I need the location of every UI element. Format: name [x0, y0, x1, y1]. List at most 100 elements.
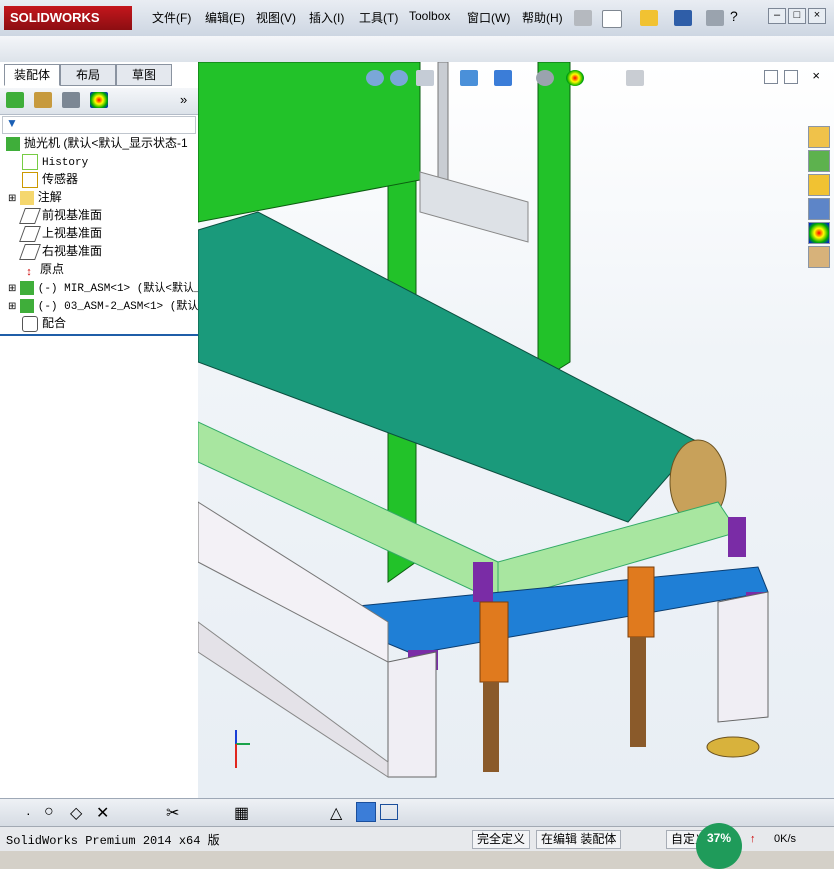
hide-show-icon[interactable]	[536, 70, 554, 86]
bottom-toolbar: · ○ ◇ ✕ ✂ ▦ △	[0, 798, 834, 827]
assembly-root-icon	[6, 136, 20, 151]
menu-file[interactable]: 文件(F)	[152, 9, 191, 26]
previous-view-icon[interactable]	[416, 70, 434, 86]
polygon-icon[interactable]: ◇	[70, 803, 82, 823]
viewport-minimize-button[interactable]	[764, 70, 778, 84]
expand-plus-icon[interactable]: ⊞	[8, 193, 16, 204]
circle-icon[interactable]: ○	[44, 803, 54, 821]
expand-plus-icon[interactable]: ⊞	[8, 283, 16, 294]
plane-icon	[19, 207, 41, 224]
display-manager-icon[interactable]	[90, 92, 108, 108]
tab-layout[interactable]: 布局	[60, 64, 116, 86]
progress-badge: 37%	[696, 823, 742, 869]
new-document-icon[interactable]	[602, 10, 622, 28]
graphics-viewport[interactable]: ×	[198, 62, 834, 798]
leveling-pad	[706, 736, 760, 758]
annotation-icon	[19, 190, 34, 205]
menu-toolbox[interactable]: Toolbox	[409, 9, 450, 23]
menu-edit[interactable]: 编辑(E)	[205, 9, 245, 26]
tree-item-03-asm[interactable]: ⊞ (-) 03_ASM-2_ASM<1> (默认<	[8, 296, 205, 314]
tree-item-mir-asm[interactable]: ⊞ (-) MIR_ASM<1> (默认<默认_	[8, 278, 201, 296]
section-view-icon[interactable]	[380, 804, 398, 820]
view-palette-icon[interactable]	[808, 198, 830, 220]
tree-item-label: 上视基准面	[42, 226, 103, 240]
menu-help[interactable]: 帮助(H)	[522, 9, 563, 26]
help-icon[interactable]: ?	[730, 8, 738, 24]
appearances-icon[interactable]	[808, 222, 830, 244]
purple-bracket	[473, 562, 493, 602]
tree-item-origin[interactable]: ↕ 原点	[22, 260, 64, 278]
grid-icon[interactable]: ▦	[234, 803, 249, 823]
cross-icon[interactable]: ✕	[96, 803, 109, 823]
tree-item-right-plane[interactable]: 右视基准面	[19, 242, 103, 260]
appearance-icon[interactable]	[566, 70, 584, 86]
print-icon[interactable]	[706, 10, 724, 26]
home-icon[interactable]	[808, 126, 830, 148]
axis-triad	[235, 730, 250, 768]
file-explorer-icon[interactable]	[808, 174, 830, 196]
menu-tools[interactable]: 工具(T)	[359, 9, 398, 26]
tree-item-label: (-) MIR_ASM<1> (默认<默认_	[37, 283, 201, 295]
adjust-foot-right	[627, 566, 655, 638]
sensor-icon	[22, 171, 38, 188]
tree-item-front-plane[interactable]: 前视基准面	[19, 206, 102, 224]
close-button[interactable]: ×	[808, 8, 826, 24]
title-bar: SOLIDWORKS 文件(F) 编辑(E) 视图(V) 插入(I) 工具(T)…	[0, 0, 834, 37]
fully-defined-status: 完全定义	[472, 830, 531, 849]
tab-assembly[interactable]: 装配体	[4, 64, 60, 86]
custom-properties-icon[interactable]	[808, 246, 830, 268]
triangle-icon[interactable]: △	[330, 803, 342, 823]
viewport-restore-button[interactable]	[784, 70, 798, 84]
leg-left	[387, 651, 437, 778]
feature-tree-icon[interactable]	[6, 92, 24, 108]
solidworks-logo[interactable]: SOLIDWORKS	[4, 6, 132, 30]
minimize-button[interactable]: –	[768, 8, 786, 24]
tree-item-history[interactable]: History	[22, 152, 88, 170]
plane-icon	[19, 243, 41, 260]
apply-scene-icon[interactable]	[626, 70, 644, 86]
pin-icon[interactable]	[574, 10, 592, 26]
tree-root[interactable]: 抛光机 (默认<默认_显示状态-1	[6, 134, 188, 152]
tree-item-label: 配合	[42, 316, 67, 330]
expand-chevron-icon[interactable]: »	[180, 92, 187, 107]
display-style-icon[interactable]	[494, 70, 512, 86]
menu-insert[interactable]: 插入(I)	[309, 9, 344, 26]
tree-item-label: 注解	[37, 190, 62, 204]
tree-item-sensors[interactable]: 传感器	[22, 170, 78, 188]
origin-icon: ↕	[26, 265, 32, 278]
network-speed: 0K/s	[774, 833, 797, 845]
tree-item-top-plane[interactable]: 上视基准面	[19, 224, 103, 242]
trim-icon[interactable]: ✂	[166, 803, 179, 823]
feature-manager-panel: 装配体 布局 草图 » ▼ 抛光机 (默认<默认_显示状态-1 History …	[0, 62, 205, 798]
expand-plus-icon[interactable]: ⊞	[8, 301, 16, 312]
point-icon[interactable]: ·	[26, 805, 31, 821]
threaded-rod-left	[483, 682, 499, 772]
green-column-right	[537, 62, 571, 383]
view-orientation-icon[interactable]	[460, 70, 478, 86]
tab-sketch[interactable]: 草图	[116, 64, 172, 86]
tree-item-mates[interactable]: 配合	[22, 314, 66, 332]
menu-window[interactable]: 窗口(W)	[467, 9, 510, 26]
shaded-box-icon[interactable]	[356, 802, 376, 822]
tree-item-label: 右视基准面	[42, 244, 103, 258]
menu-view[interactable]: 视图(V)	[256, 9, 296, 26]
zoom-to-fit-icon[interactable]	[366, 70, 384, 86]
configuration-icon[interactable]	[62, 92, 80, 108]
panel-toolbar: »	[0, 88, 198, 115]
restore-button[interactable]: □	[788, 8, 806, 24]
progress-percent: 37%	[706, 831, 732, 845]
mate-icon	[22, 315, 38, 332]
heads-up-toolbar	[366, 68, 666, 88]
design-library-icon[interactable]	[808, 150, 830, 172]
product-version-text: SolidWorks Premium 2014 x64 版	[6, 834, 220, 848]
property-manager-icon[interactable]	[34, 92, 52, 108]
tree-item-label: 传感器	[42, 172, 79, 186]
threaded-rod-right	[630, 637, 646, 747]
save-icon[interactable]	[674, 10, 692, 26]
filter-field[interactable]	[2, 116, 196, 134]
open-folder-icon[interactable]	[640, 10, 658, 26]
tree-item-annotations[interactable]: ⊞ 注解	[8, 188, 62, 206]
zoom-area-icon[interactable]	[390, 70, 408, 86]
tree-item-label: 原点	[40, 262, 65, 276]
viewport-close-icon[interactable]: ×	[812, 68, 820, 83]
